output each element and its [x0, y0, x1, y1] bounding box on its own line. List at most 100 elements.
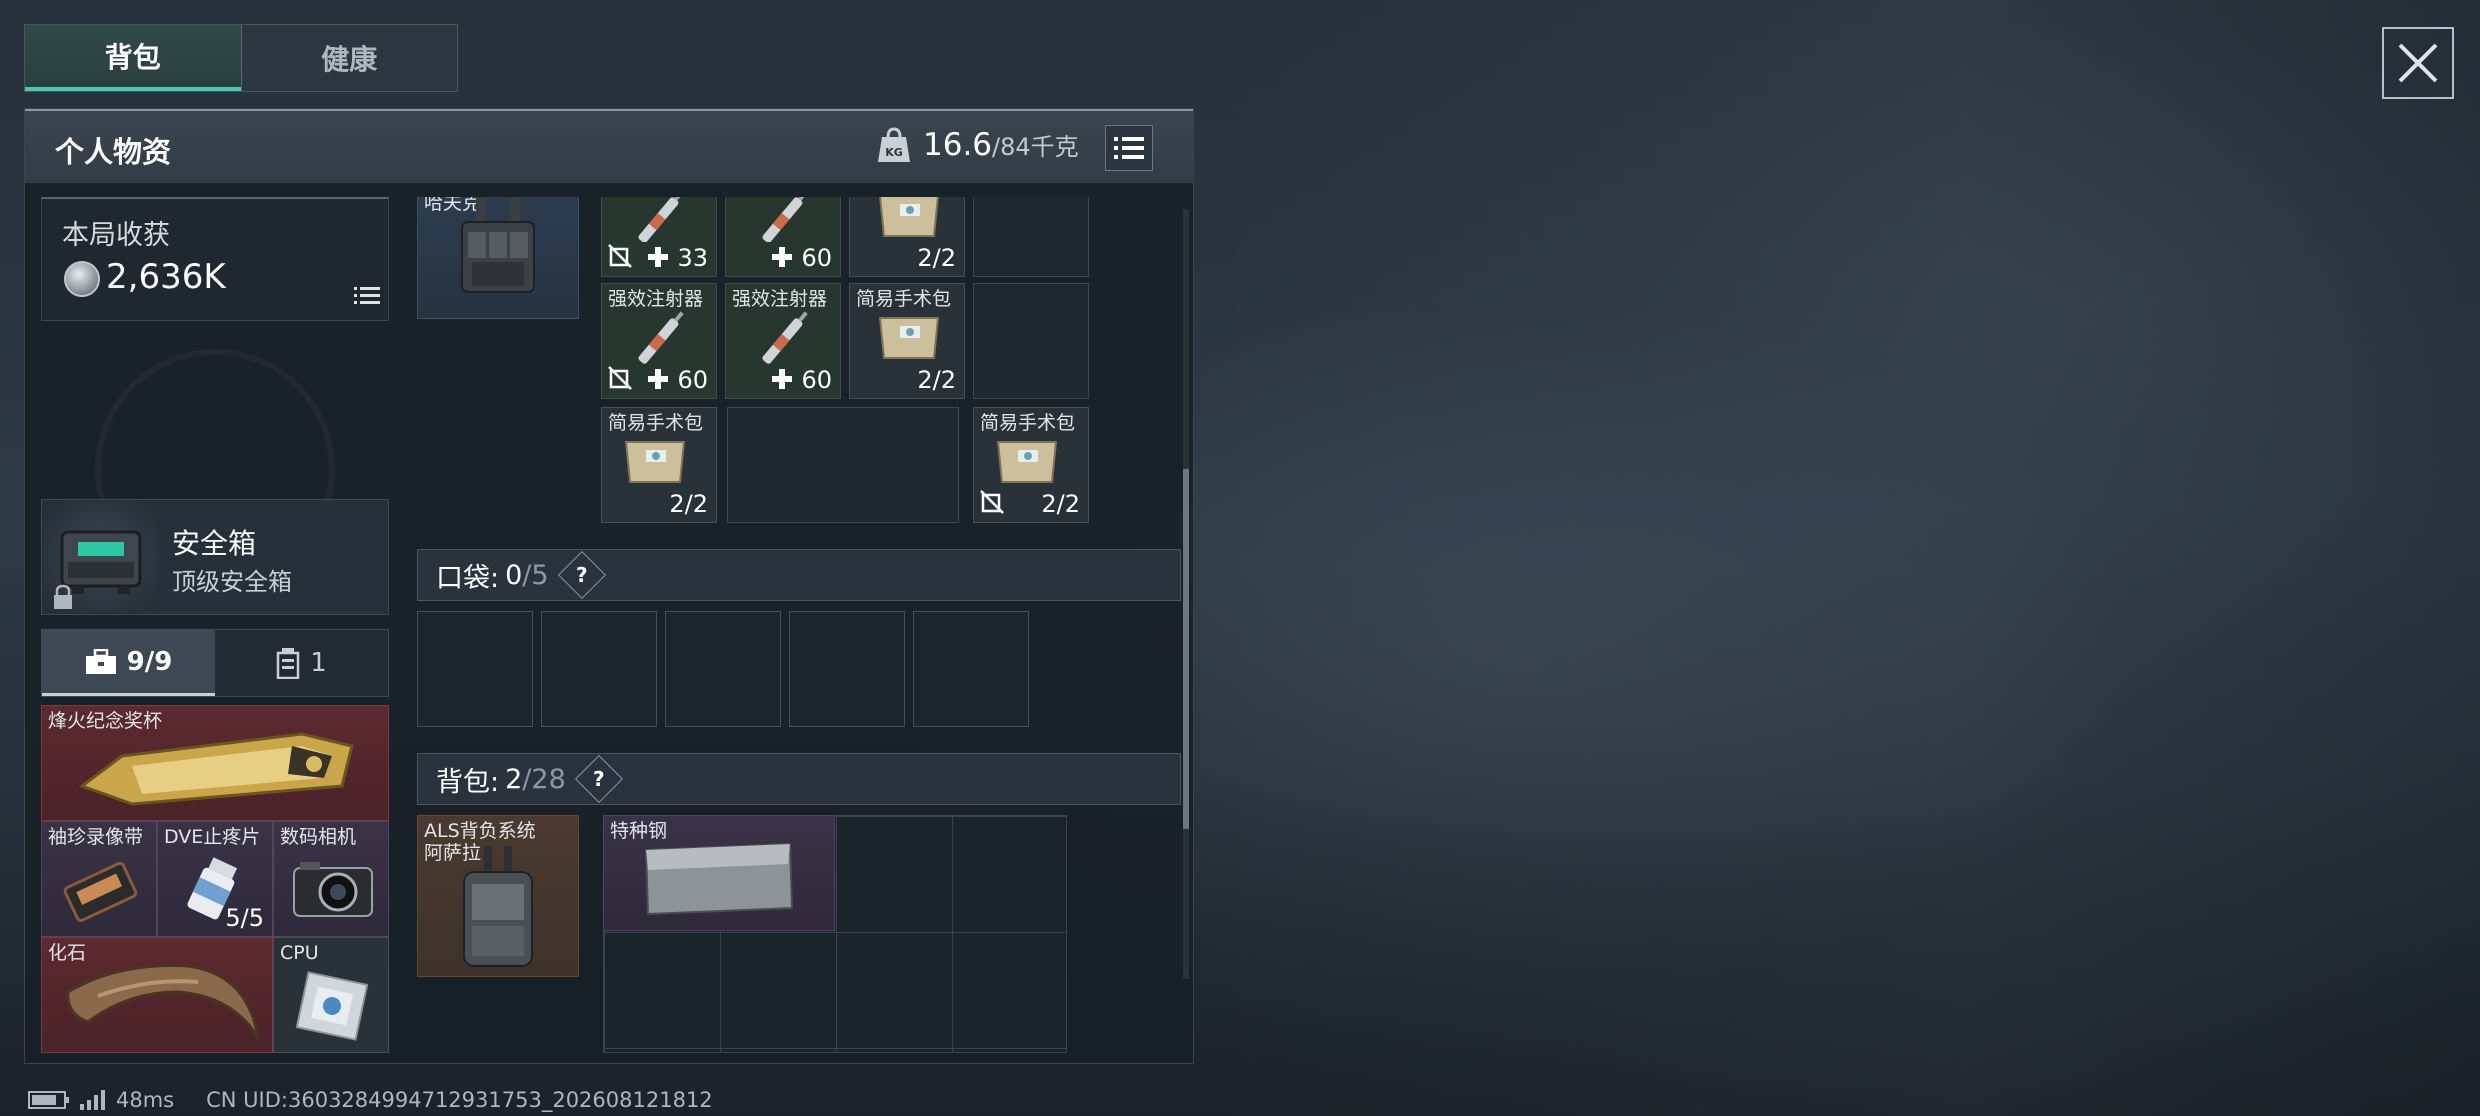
pocket-max: /5 [522, 559, 549, 591]
equipped-chest-rig[interactable]: 哈夫克 [417, 197, 579, 319]
backpack-header: 背包: 2 /28 ? [417, 753, 1181, 805]
inventory-panel: 个人物资 KG 16.6 /84千克 本局收获 2,636K 安全箱 顶级安全箱… [24, 108, 1194, 1064]
surgery-kit-icon [996, 441, 1058, 483]
item-cpu[interactable]: CPU [273, 937, 389, 1053]
pocket-slot[interactable] [665, 611, 781, 727]
equipped-backpack[interactable]: ALS背负系统 阿萨拉 [417, 815, 579, 977]
item-camera[interactable]: 数码相机 [273, 821, 389, 937]
plus-icon [648, 369, 668, 389]
item-name: 烽火纪念奖杯 [48, 710, 163, 732]
item-count: 2/2 [917, 366, 956, 394]
syringe-icon [762, 197, 808, 242]
item-count: 5/5 [225, 904, 264, 932]
item-videotape[interactable]: 袖珍录像带 [41, 821, 157, 937]
item-special-steel[interactable]: 特种钢 [603, 815, 835, 931]
list-menu-button[interactable] [1105, 125, 1153, 171]
safe-box-type: 顶级安全箱 [172, 568, 292, 596]
list-icon [1114, 137, 1144, 159]
item-trophy[interactable]: 烽火纪念奖杯 [41, 705, 389, 821]
item-painkiller[interactable]: DVE止疼片 5/5 [157, 821, 273, 937]
weight-readout: KG 16.6 /84千克 [877, 127, 1079, 163]
status-bar: 48ms CN UID:3603284994712931753_20260812… [28, 1086, 713, 1114]
pocket-header: 口袋: 0 /5 ? [417, 549, 1181, 601]
earnings-label: 本局收获 [62, 220, 170, 251]
item-surgery-kit[interactable]: 2/2 [849, 197, 965, 277]
pocket-help-button[interactable]: ? [557, 550, 606, 600]
videotape-icon [63, 861, 138, 922]
help-icon: ? [592, 766, 605, 791]
tab-safe-canister[interactable]: 1 [215, 630, 388, 696]
weight-current: 16.6 [923, 127, 993, 163]
panel-header: 个人物资 KG 16.6 /84千克 [25, 109, 1193, 183]
ping-value: 48ms [116, 1088, 175, 1112]
inventory-scroll-area[interactable]: 哈夫克 33 60 2/2 强效注射器 60 强效注射器 60 简易手术包 2/… [405, 197, 1205, 1053]
earnings-card: 本局收获 2,636K [41, 197, 389, 321]
close-icon [2398, 43, 2438, 83]
item-modifier: 60 [677, 366, 708, 394]
item-surgery-kit[interactable]: 简易手术包 2/2 [849, 283, 965, 399]
item-name: 强效注射器 [732, 288, 828, 310]
tab-health[interactable]: 健康 [240, 25, 458, 91]
user-uid: CN UID:3603284994712931753_202608121812 [206, 1088, 713, 1112]
pocket-slot[interactable] [913, 611, 1029, 727]
plus-icon [648, 247, 668, 267]
item-name: DVE止疼片 [164, 826, 261, 848]
earnings-list-button[interactable] [354, 286, 380, 310]
item-strong-stim[interactable]: 强效注射器 60 [725, 283, 841, 399]
backpack-help-button[interactable]: ? [574, 754, 623, 804]
fossil-claw-icon [66, 964, 260, 1039]
item-count: 2/2 [917, 244, 956, 272]
canister-icon [276, 648, 300, 679]
empty-rig-slot-large[interactable] [727, 407, 959, 523]
item-count: 2/2 [1041, 490, 1080, 518]
safe-item-grid: 烽火纪念奖杯 袖珍录像带 DVE止疼片 5/5 数码相机 化石 CPU [41, 705, 389, 1053]
item-surgery-kit[interactable]: 简易手术包 2/2 [973, 407, 1089, 523]
pocket-slot[interactable] [417, 611, 533, 727]
close-button[interactable] [2382, 27, 2454, 99]
item-stim-60[interactable]: 60 [725, 197, 841, 277]
item-name: 强效注射器 [608, 288, 704, 310]
item-stim-33[interactable]: 33 [601, 197, 717, 277]
briefcase-icon [85, 648, 116, 674]
backpack-icon [463, 846, 533, 967]
steel-ingot-icon [644, 842, 794, 916]
item-modifier: 33 [677, 244, 708, 272]
empty-rig-slot[interactable] [973, 197, 1089, 277]
item-name: 简易手术包 [980, 412, 1076, 434]
item-modifier: 60 [801, 244, 832, 272]
safe-box-slot[interactable]: 安全箱 顶级安全箱 [41, 499, 389, 615]
empty-rig-slot[interactable] [973, 283, 1089, 399]
item-name-line1: ALS背负系统 [424, 820, 536, 842]
pocket-label: 口袋: [436, 562, 500, 594]
item-name: 数码相机 [280, 826, 357, 848]
pocket-slot[interactable] [541, 611, 657, 727]
scrollbar-thumb[interactable] [1183, 469, 1189, 829]
safe-tab-bar: 9/9 1 [41, 629, 389, 697]
tab-safe-items[interactable]: 9/9 [42, 630, 215, 696]
signal-icon [80, 1090, 105, 1110]
item-name: CPU [280, 942, 319, 964]
weight-kg-icon: KG [877, 127, 911, 163]
panel-title: 个人物资 [55, 135, 172, 169]
item-strong-stim[interactable]: 强效注射器 60 [601, 283, 717, 399]
weight-max: /84千克 [992, 133, 1079, 161]
top-tab-bar: 背包 健康 [24, 24, 458, 92]
no-carry-icon [980, 490, 1004, 514]
syringe-icon [762, 311, 808, 364]
chest-rig-icon [461, 197, 535, 293]
no-carry-icon [608, 366, 632, 390]
surgery-kit-icon [878, 317, 940, 359]
item-name: 化石 [48, 942, 87, 964]
item-surgery-kit[interactable]: 简易手术包 2/2 [601, 407, 717, 523]
no-carry-icon [608, 244, 632, 268]
camera-icon [293, 862, 373, 917]
backpack-label: 背包: [436, 766, 500, 798]
tab-backpack[interactable]: 背包 [25, 25, 241, 91]
syringe-icon [638, 311, 684, 364]
surgery-kit-icon [879, 197, 939, 237]
item-count: 2/2 [669, 490, 708, 518]
list-icon [354, 287, 380, 304]
item-name: 简易手术包 [608, 412, 704, 434]
pocket-slot[interactable] [789, 611, 905, 727]
item-fossil[interactable]: 化石 [41, 937, 273, 1053]
